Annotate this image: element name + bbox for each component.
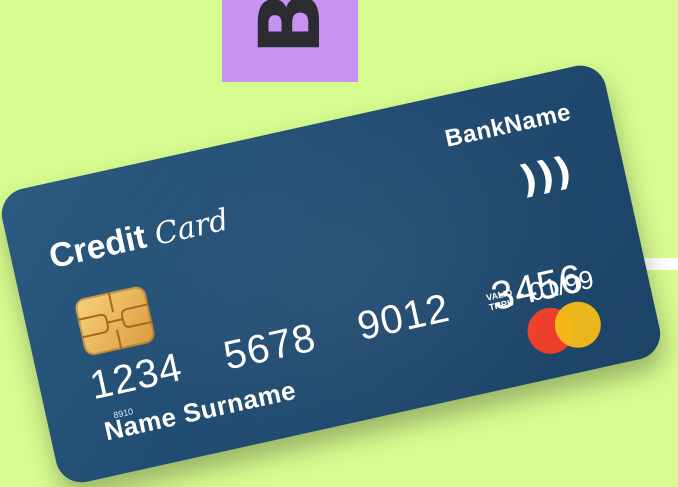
- card-number-group: 9012: [353, 285, 454, 349]
- arrow-icon: ▸: [517, 288, 526, 301]
- valid-date: 01/99: [526, 263, 597, 308]
- valid-label-line2: THRU: [488, 296, 515, 312]
- card-number: 1234 5678 9012 3456: [86, 256, 588, 409]
- cardholder-name: Name Surname: [101, 374, 299, 447]
- valid-thru: VALID THRU ▸ 01/99: [484, 264, 597, 318]
- purple-block: B: [222, 0, 358, 82]
- card-small-digits: 8910: [112, 406, 135, 421]
- contactless-icon: ))): [515, 148, 576, 203]
- card-number-group: 1234: [85, 345, 187, 409]
- valid-thru-label: VALID THRU: [485, 287, 515, 312]
- bank-name: BankName: [442, 98, 574, 153]
- card-number-group: 5678: [219, 315, 320, 379]
- card-brand-logo: [523, 297, 606, 359]
- card-number-group: 3456: [487, 256, 588, 320]
- valid-label-line1: VALID: [485, 286, 514, 303]
- chip-icon: [73, 284, 157, 357]
- card-title-bold: Credit: [45, 217, 150, 277]
- card-title: Credit Card: [46, 200, 232, 277]
- card-title-italic: Card: [151, 202, 232, 253]
- brand-yellow-circle: [550, 297, 606, 353]
- credit-card: Credit Card BankName ))) 1234 5678 9012 …: [0, 60, 666, 487]
- large-letter: B: [241, 0, 339, 56]
- brand-red-circle: [523, 303, 578, 359]
